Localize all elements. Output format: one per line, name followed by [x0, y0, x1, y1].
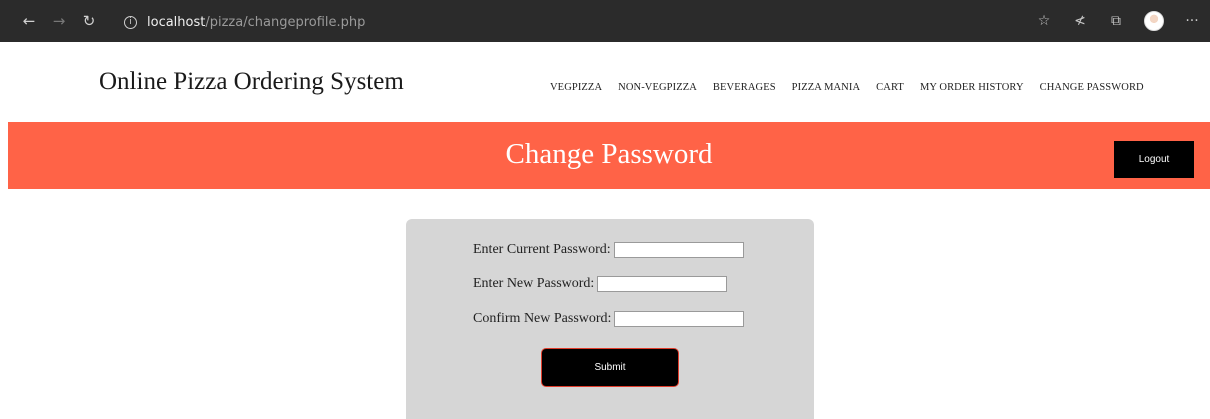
forward-arrow-icon[interactable]: →	[44, 12, 74, 30]
site-title: Online Pizza Ordering System	[99, 68, 404, 95]
url-path: /pizza/changeprofile.php	[205, 14, 366, 30]
current-password-row: Enter Current Password:	[473, 242, 744, 258]
profile-avatar[interactable]	[1144, 11, 1164, 31]
address-bar[interactable]: i localhost/pizza/changeprofile.php	[118, 11, 998, 33]
url-host: localhost	[147, 14, 206, 30]
change-password-form: Enter Current Password: Enter New Passwo…	[406, 219, 814, 419]
menu-item-pizza-mania[interactable]: PIZZA MANIA	[792, 82, 860, 93]
favorites-list-icon[interactable]: ≮	[1072, 13, 1088, 29]
menu-item-beverages[interactable]: BEVERAGES	[713, 82, 776, 93]
current-password-input[interactable]	[613, 242, 744, 258]
current-password-label: Enter Current Password:	[473, 242, 611, 257]
menu-item-change-password[interactable]: CHANGE PASSWORD	[1040, 82, 1144, 93]
menu-item-nonvegpizza[interactable]: NON-VEGPIZZA	[618, 82, 697, 93]
info-icon[interactable]: i	[124, 15, 137, 29]
confirm-password-input[interactable]	[614, 311, 745, 327]
page-banner: Change Password Logout	[8, 122, 1210, 189]
main-menu: VEGPIZZA NON-VEGPIZZA BEVERAGES PIZZA MA…	[550, 82, 1160, 93]
refresh-icon[interactable]: ↻	[74, 12, 104, 30]
menu-item-vegpizza[interactable]: VEGPIZZA	[550, 82, 602, 93]
submit-button[interactable]: Submit	[541, 348, 679, 387]
logout-button[interactable]: Logout	[1114, 141, 1194, 178]
browser-actions: ☆ ≮ ⧉ ···	[1036, 0, 1200, 42]
browser-toolbar: ← → ↻ i localhost/pizza/changeprofile.ph…	[0, 0, 1210, 42]
confirm-password-label: Confirm New Password:	[473, 311, 612, 326]
back-arrow-icon[interactable]: ←	[14, 12, 44, 30]
new-password-row: Enter New Password:	[473, 276, 728, 292]
more-icon[interactable]: ···	[1184, 13, 1200, 29]
new-password-input[interactable]	[597, 276, 728, 292]
menu-item-cart[interactable]: CART	[876, 82, 904, 93]
page-title: Change Password	[505, 138, 713, 170]
new-password-label: Enter New Password:	[473, 276, 595, 291]
collections-icon[interactable]: ⧉	[1108, 13, 1124, 29]
favorite-star-icon[interactable]: ☆	[1036, 13, 1052, 29]
menu-item-order-history[interactable]: MY ORDER HISTORY	[920, 82, 1024, 93]
confirm-password-row: Confirm New Password:	[473, 311, 745, 327]
